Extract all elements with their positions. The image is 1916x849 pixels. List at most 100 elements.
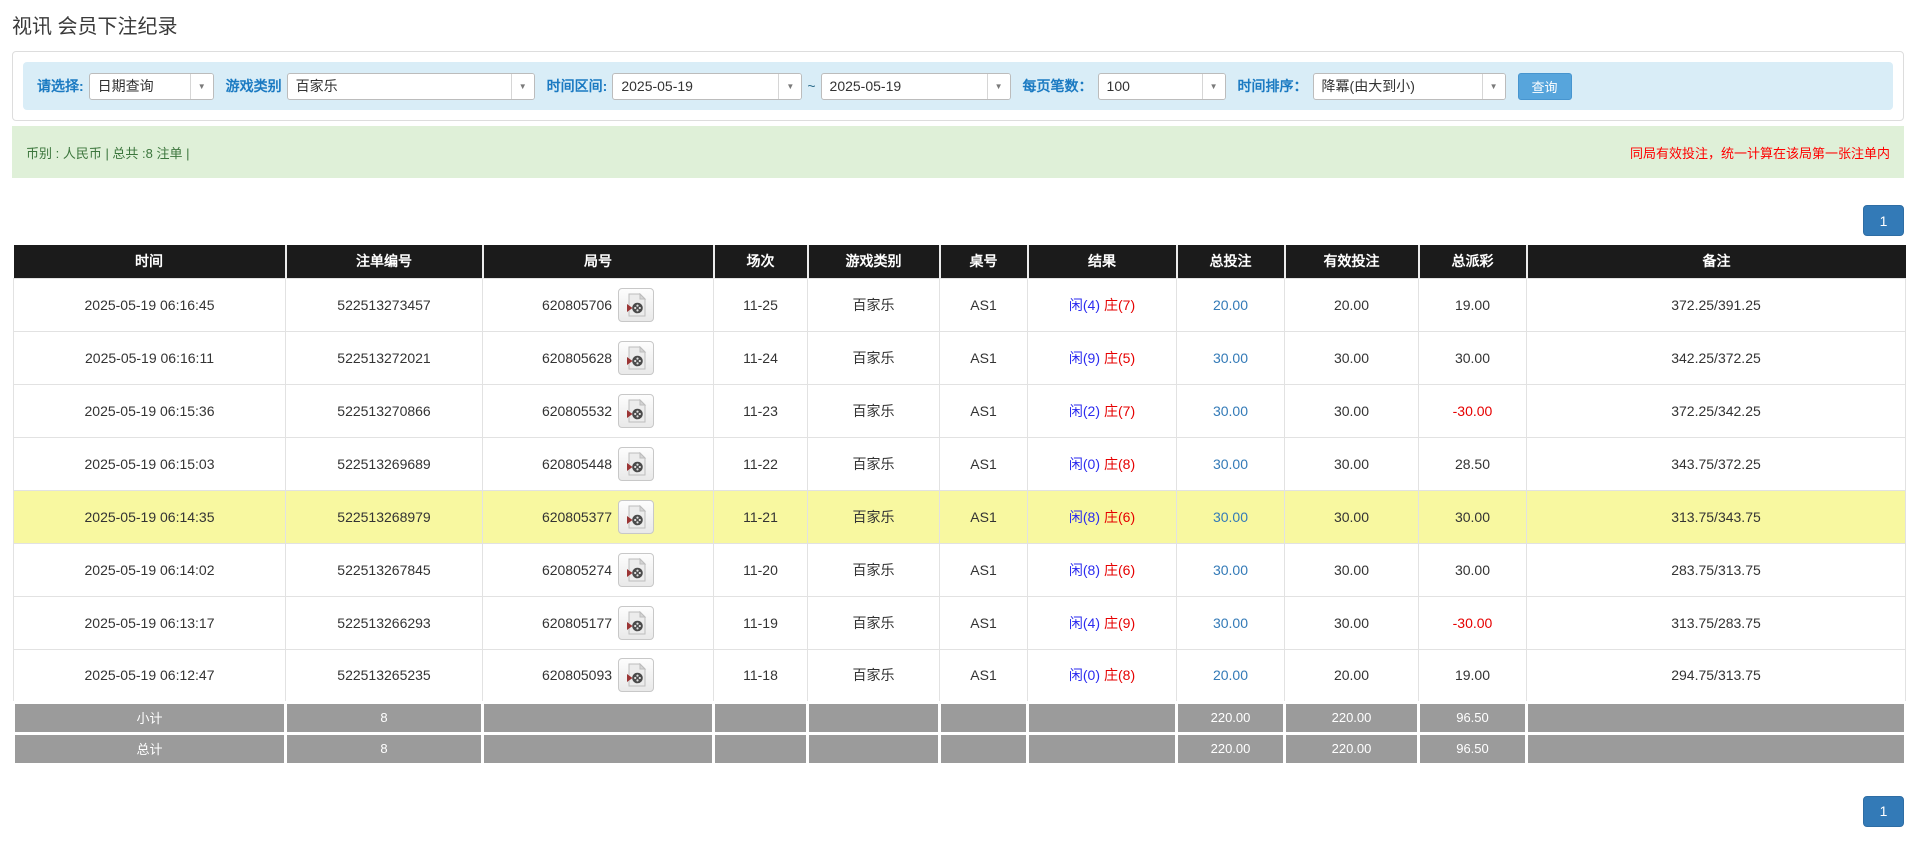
cell-game-type: 百家乐	[807, 436, 940, 491]
date-from-select[interactable]: 2025-05-19 ▼	[612, 72, 803, 100]
cell-total-bet: 30.00	[1176, 330, 1285, 385]
date-from-value: 2025-05-19	[621, 78, 693, 94]
cell-result: 闲(4) 庄(7)	[1027, 277, 1177, 332]
cell-round: 620805706	[482, 277, 714, 332]
result-player: 闲(4)	[1068, 296, 1100, 313]
cell-round: 620805448	[482, 436, 714, 491]
header-table-no: 桌号	[939, 245, 1029, 278]
result-banker: 庄(7)	[1104, 402, 1136, 419]
table-row[interactable]: 2025-05-19 06:15:03 522513269689 620805448…	[13, 436, 1906, 491]
footer-count: 8	[284, 700, 484, 735]
round-number: 620805706	[541, 296, 613, 313]
cell-table-no: AS1	[939, 330, 1028, 385]
chevron-down-icon[interactable]: ▼	[986, 73, 1010, 99]
cell-result: 闲(0) 庄(8)	[1027, 436, 1177, 491]
cell-round: 620805377	[482, 489, 714, 544]
header-bet-id: 注单编号	[285, 245, 484, 278]
total-bet-link[interactable]: 30.00	[1213, 509, 1248, 525]
cell-payout: 30.00	[1418, 542, 1527, 597]
video-replay-button[interactable]	[618, 287, 655, 322]
round-number: 620805093	[541, 667, 613, 683]
cell-session: 11-23	[713, 383, 808, 438]
time-sort-select[interactable]: 降冪(由大到小) ▼	[1312, 72, 1506, 100]
total-bet-link[interactable]: 20.00	[1213, 667, 1248, 683]
header-valid-bet: 有效投注	[1284, 245, 1420, 278]
page-button-1[interactable]: 1	[1863, 795, 1904, 827]
table-row[interactable]: 2025-05-19 06:13:17 522513266293 620805177…	[13, 595, 1906, 650]
footer-empty-note	[1525, 731, 1907, 766]
video-replay-button[interactable]	[618, 446, 655, 481]
result-player: 闲(8)	[1068, 508, 1100, 525]
game-type-value: 百家乐	[295, 78, 338, 94]
cell-note: 283.75/313.75	[1526, 542, 1906, 597]
search-button[interactable]: 查询	[1517, 72, 1572, 100]
chevron-down-icon[interactable]: ▼	[1481, 73, 1505, 99]
per-page-value: 100	[1106, 78, 1130, 94]
footer-empty-game	[806, 731, 941, 766]
footer-valid-bet: 220.00	[1283, 731, 1420, 766]
video-replay-button[interactable]	[618, 499, 655, 534]
result-player: 闲(9)	[1068, 349, 1100, 366]
cell-valid-bet: 30.00	[1284, 489, 1419, 544]
time-sort-label: 时间排序：	[1237, 78, 1308, 94]
cell-valid-bet: 30.00	[1284, 542, 1419, 597]
cell-time: 2025-05-19 06:13:17	[13, 595, 286, 650]
chevron-down-icon[interactable]: ▼	[189, 73, 213, 99]
total-bet-link[interactable]: 30.00	[1213, 615, 1248, 631]
round-number-and-video: 620805532	[542, 393, 655, 428]
result-banker: 庄(8)	[1104, 667, 1136, 683]
cell-payout: 30.00	[1418, 489, 1527, 544]
video-replay-button[interactable]	[618, 393, 655, 428]
video-replay-button[interactable]	[618, 552, 655, 587]
table-row[interactable]: 2025-05-19 06:16:45 522513273457 620805706…	[13, 277, 1906, 332]
result-banker: 庄(9)	[1104, 614, 1136, 631]
cell-table-no: AS1	[939, 489, 1028, 544]
total-bet-link[interactable]: 30.00	[1213, 403, 1248, 419]
cell-round: 620805177	[482, 595, 714, 650]
cell-time: 2025-05-19 06:16:45	[13, 277, 286, 332]
total-bet-link[interactable]: 20.00	[1213, 297, 1248, 313]
cell-bet-id: 522513272021	[285, 330, 483, 385]
table-row[interactable]: 2025-05-19 06:12:47 522513265235 620805093…	[13, 648, 1906, 703]
filter-panel: 请选择: 日期查询 ▼ 游戏类别 百家乐 ▼ 时间区间: 2025-05-19 …	[12, 51, 1904, 121]
chevron-down-icon[interactable]: ▼	[778, 73, 802, 99]
per-page-label: 每页笔数：	[1022, 78, 1093, 94]
video-replay-button[interactable]	[618, 658, 655, 692]
total-bet-link[interactable]: 30.00	[1213, 350, 1248, 366]
table-body: 2025-05-19 06:16:45 522513273457 620805706…	[13, 277, 1906, 703]
footer-payout: 96.50	[1417, 700, 1528, 735]
footer-empty-table	[938, 731, 1029, 766]
cell-table-no: AS1	[939, 277, 1028, 332]
summary-row: 总计 8 220.00 220.00 96.50	[12, 731, 1907, 766]
summary-bar: 币别 : 人民币 | 总共 :8 注单 | 同局有效投注，统一计算在该局第一张注…	[12, 126, 1904, 178]
total-bet-link[interactable]: 30.00	[1213, 562, 1248, 578]
page-button-1[interactable]: 1	[1863, 205, 1904, 236]
result-banker: 庄(6)	[1104, 561, 1136, 578]
cell-result: 闲(2) 庄(7)	[1027, 383, 1177, 438]
total-bet-link[interactable]: 30.00	[1213, 456, 1248, 472]
cell-bet-id: 522513265235	[285, 648, 483, 703]
video-replay-button[interactable]	[618, 340, 655, 375]
cell-result: 闲(8) 庄(6)	[1027, 542, 1177, 597]
result-player: 闲(8)	[1068, 561, 1100, 578]
game-type-select[interactable]: 百家乐 ▼	[286, 72, 535, 100]
chevron-down-icon[interactable]: ▼	[510, 73, 534, 99]
table-row[interactable]: 2025-05-19 06:15:36 522513270866 620805532…	[13, 383, 1906, 438]
per-page-select[interactable]: 100 ▼	[1097, 72, 1226, 100]
query-type-select[interactable]: 日期查询 ▼	[88, 72, 214, 100]
header-result: 结果	[1027, 245, 1178, 278]
round-number: 620805274	[541, 561, 613, 578]
video-replay-button[interactable]	[618, 605, 655, 640]
film-icon	[627, 557, 647, 581]
cell-total-bet: 30.00	[1176, 595, 1285, 650]
table-row[interactable]: 2025-05-19 06:14:35 522513268979 620805377…	[13, 489, 1906, 544]
date-to-select[interactable]: 2025-05-19 ▼	[820, 72, 1011, 100]
chevron-down-icon[interactable]: ▼	[1201, 73, 1225, 99]
result-banker: 庄(5)	[1104, 349, 1136, 366]
table-row[interactable]: 2025-05-19 06:16:11 522513272021 620805628…	[13, 330, 1906, 385]
date-to-value: 2025-05-19	[829, 78, 902, 94]
round-number: 620805377	[541, 508, 613, 525]
cell-game-type: 百家乐	[807, 489, 940, 544]
table-row[interactable]: 2025-05-19 06:14:02 522513267845 620805274…	[13, 542, 1906, 597]
cell-valid-bet: 30.00	[1284, 436, 1419, 491]
